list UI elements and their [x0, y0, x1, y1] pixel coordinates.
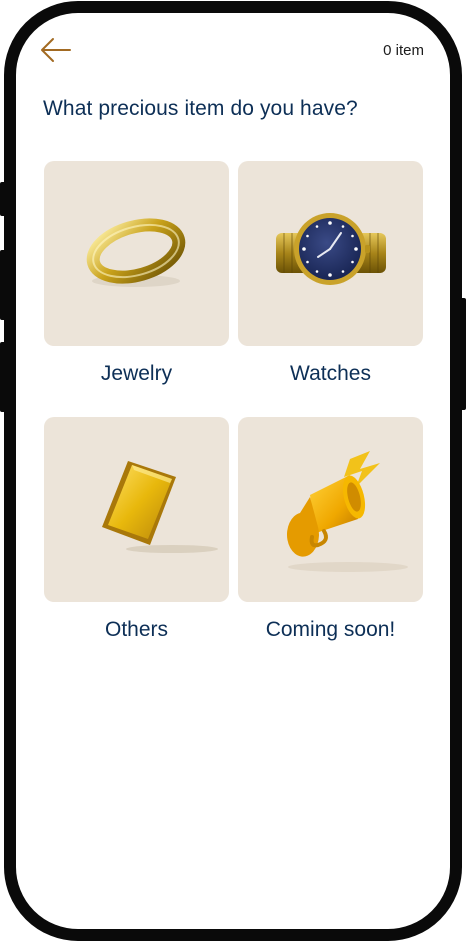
wristwatch-image [276, 213, 386, 285]
category-card-jewelry[interactable]: Jewelry [44, 161, 229, 386]
category-card-others[interactable]: Others [44, 417, 229, 642]
gold-bar-image [102, 461, 218, 553]
megaphone-image [286, 451, 408, 572]
category-tile [238, 161, 423, 346]
side-button-volume-up [0, 250, 6, 320]
back-button[interactable] [40, 37, 72, 63]
side-button-volume-down [0, 342, 6, 412]
screen: 0 item What precious item do you have? J… [16, 13, 450, 929]
category-tile [44, 161, 229, 346]
gold-ring-image [86, 218, 186, 287]
item-count: 0 item [383, 42, 424, 59]
category-card-coming-soon[interactable]: Coming soon! [238, 417, 423, 642]
category-label: Jewelry [100, 362, 173, 385]
side-button-mute [0, 182, 6, 216]
arrow-left-icon [41, 38, 71, 62]
category-tile [44, 417, 229, 602]
category-label: Coming soon! [265, 618, 396, 641]
side-button-power [460, 298, 466, 410]
category-label: Watches [290, 362, 371, 385]
category-tile [238, 417, 423, 602]
page-title: What precious item do you have? [43, 97, 358, 120]
category-label: Others [104, 618, 169, 641]
category-card-watches[interactable]: Watches [238, 161, 423, 386]
